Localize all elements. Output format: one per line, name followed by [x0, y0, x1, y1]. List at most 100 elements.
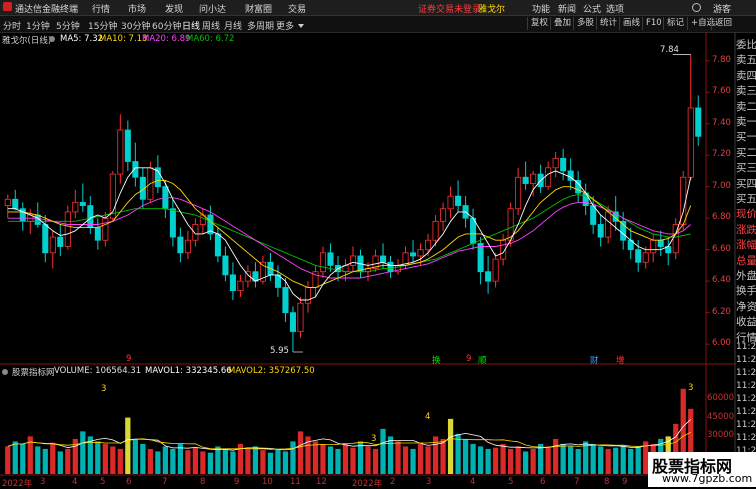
volume-bar [177, 443, 184, 474]
quote-row-label: 卖五 [736, 54, 756, 67]
candle-body [4, 198, 11, 206]
price-tick-label: 7.20 [712, 149, 731, 160]
volume-bar [440, 438, 446, 474]
candles-group [4, 54, 702, 352]
candle-body [94, 227, 101, 241]
kline-chart[interactable] [0, 0, 756, 487]
volume-bar [335, 448, 341, 474]
volume-bar [350, 447, 356, 474]
price-tick-label: 7.80 [712, 54, 731, 65]
candle-body [12, 198, 19, 210]
candle-body [440, 208, 447, 222]
volume-bar [297, 431, 304, 474]
volume-bar [402, 446, 409, 474]
signal-marker: 顺 [478, 356, 487, 366]
candle-body [432, 220, 439, 241]
volume-bar [95, 441, 101, 474]
volume-annotation: 3 [371, 434, 377, 444]
quote-row-label: 外盘 [736, 270, 756, 282]
x-tick-label: 2022年 [352, 479, 383, 489]
candle-body [79, 202, 86, 206]
candle-body [425, 239, 432, 251]
volume-bar [522, 451, 529, 474]
candle-body [650, 239, 657, 254]
volume-bar [628, 448, 634, 474]
volume-bar [560, 443, 566, 474]
candle-body [410, 252, 417, 257]
volume-bar [462, 438, 469, 474]
candle-body [657, 239, 664, 247]
volume-bar [575, 448, 581, 474]
candle-body [297, 302, 304, 332]
x-tick-label: 3 [426, 477, 432, 487]
x-tick-label: 7 [574, 477, 580, 487]
volume-bar [20, 443, 26, 474]
price-tick-label: 6.20 [712, 306, 731, 317]
candle-body [214, 233, 221, 257]
candle-body [169, 208, 176, 238]
volume-bar [387, 436, 394, 474]
volume-bar [222, 448, 229, 474]
collapse-icon[interactable] [2, 369, 8, 375]
low-price-label: 5.95 [270, 346, 289, 356]
tick-time: 11:29 [736, 433, 756, 443]
x-tick-label: 6 [126, 477, 132, 487]
x-tick-label: 10 [262, 477, 273, 487]
quote-row-label: 卖三 [736, 85, 756, 98]
volume-bar [162, 446, 168, 474]
quote-row-label: 卖四 [736, 69, 756, 82]
volume-bar [538, 443, 544, 474]
candle-body [42, 224, 49, 254]
price-tick-label: 6.80 [712, 212, 731, 223]
candle-body [530, 173, 537, 184]
volume-bar [132, 438, 138, 474]
quote-row-label: 涨幅 [736, 239, 756, 252]
volume-bar [530, 448, 536, 474]
volume-bar [200, 451, 206, 474]
volume-annotation: 4 [425, 412, 431, 422]
volume-bar [492, 447, 499, 474]
volume-legend: 股票指标网 VOLUME: 106564.31 MAVOL1: 332345.6… [0, 366, 700, 378]
quote-row-label: 买三 [736, 162, 756, 175]
volume-bar [50, 442, 56, 474]
volume-bar [455, 433, 461, 474]
x-tick-label: 8 [200, 477, 206, 487]
volume-bar [590, 443, 596, 474]
candle-body [560, 157, 567, 172]
volume-bar [583, 441, 589, 474]
volume-bar [275, 448, 281, 474]
quote-row-label: 现价 [736, 208, 756, 221]
quote-row-label: 买五 [736, 193, 756, 205]
volume-tick-label: 45000 [707, 411, 735, 422]
watermark-url: www.7gpzb.com [662, 472, 753, 485]
volume-bar [140, 443, 146, 474]
candle-body [192, 224, 199, 241]
volume-bar [5, 446, 11, 474]
quote-row-label: 买二 [736, 146, 756, 159]
candle-body [687, 107, 694, 178]
volume-bar [380, 428, 386, 474]
volume-bar [365, 446, 371, 474]
volume-bar [342, 443, 349, 474]
volume-bar [470, 443, 476, 474]
volume-bar [425, 446, 431, 474]
candle-body [282, 287, 289, 314]
tick-time: 11:29 [736, 420, 756, 430]
volume-bar [507, 448, 514, 474]
candle-body [304, 287, 311, 304]
volume-bar [477, 446, 484, 474]
volume-indicator-title: 股票指标网 [12, 368, 55, 378]
candle-body [477, 242, 484, 273]
volume-bar [12, 441, 18, 474]
price-tick-label: 7.60 [712, 86, 731, 97]
candle-body [177, 236, 184, 254]
volume-bar [185, 450, 191, 474]
volume-bar [290, 441, 296, 474]
candle-body [695, 107, 702, 137]
tick-time: 11:29 [736, 394, 756, 404]
volume-value: VOLUME: 106564.31 [54, 366, 142, 376]
volume-bar [260, 450, 266, 474]
volume-bar [395, 441, 401, 474]
volume-bar [215, 446, 221, 474]
candle-body [417, 249, 424, 257]
